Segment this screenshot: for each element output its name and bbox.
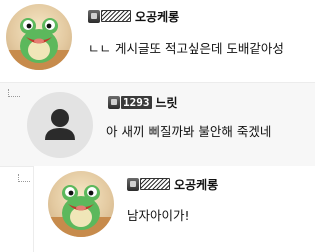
frog-icon	[48, 185, 114, 237]
level-icon	[127, 177, 139, 191]
level-badge-obscured	[140, 178, 170, 190]
level-icon	[108, 95, 120, 109]
comment-text: ㄴㄴ 게시글또 적고싶은데 도배같아성	[88, 41, 284, 56]
level-badge-obscured	[101, 10, 131, 22]
level-number: 1293	[121, 95, 152, 109]
reply-arrow-icon	[18, 174, 30, 182]
comment-item: 오공케롱 ㄴㄴ 게시글또 적고싶은데 도배같아성	[0, 0, 315, 82]
level-badge	[88, 9, 131, 23]
nickname[interactable]: 오공케롱	[135, 8, 179, 25]
comment-item-reply: 오공케롱 남자아이가!	[0, 166, 315, 252]
default-avatar[interactable]	[27, 92, 93, 158]
reply-box: 오공케롱 남자아이가!	[33, 166, 315, 252]
nickname[interactable]: 오공케롱	[174, 176, 218, 193]
level-badge	[127, 177, 170, 191]
nickname[interactable]: 느릿	[156, 94, 178, 111]
comment-meta: 오공케롱	[127, 175, 218, 193]
user-icon	[45, 109, 75, 140]
comment-meta: 1293 느릿	[108, 93, 178, 111]
frog-avatar[interactable]	[48, 171, 114, 237]
comment-text: 아 새끼 삐질까봐 불안해 죽겠네	[106, 124, 272, 139]
level-badge: 1293	[108, 95, 152, 109]
reply-arrow-icon	[8, 89, 20, 97]
comment-text: 남자아이가!	[127, 208, 190, 223]
comment-item-reply: 1293 느릿 아 새끼 삐질까봐 불안해 죽겠네	[0, 82, 315, 167]
frog-icon	[6, 18, 72, 70]
level-icon	[88, 9, 100, 23]
comment-meta: 오공케롱	[88, 7, 179, 25]
frog-avatar[interactable]	[6, 4, 72, 70]
